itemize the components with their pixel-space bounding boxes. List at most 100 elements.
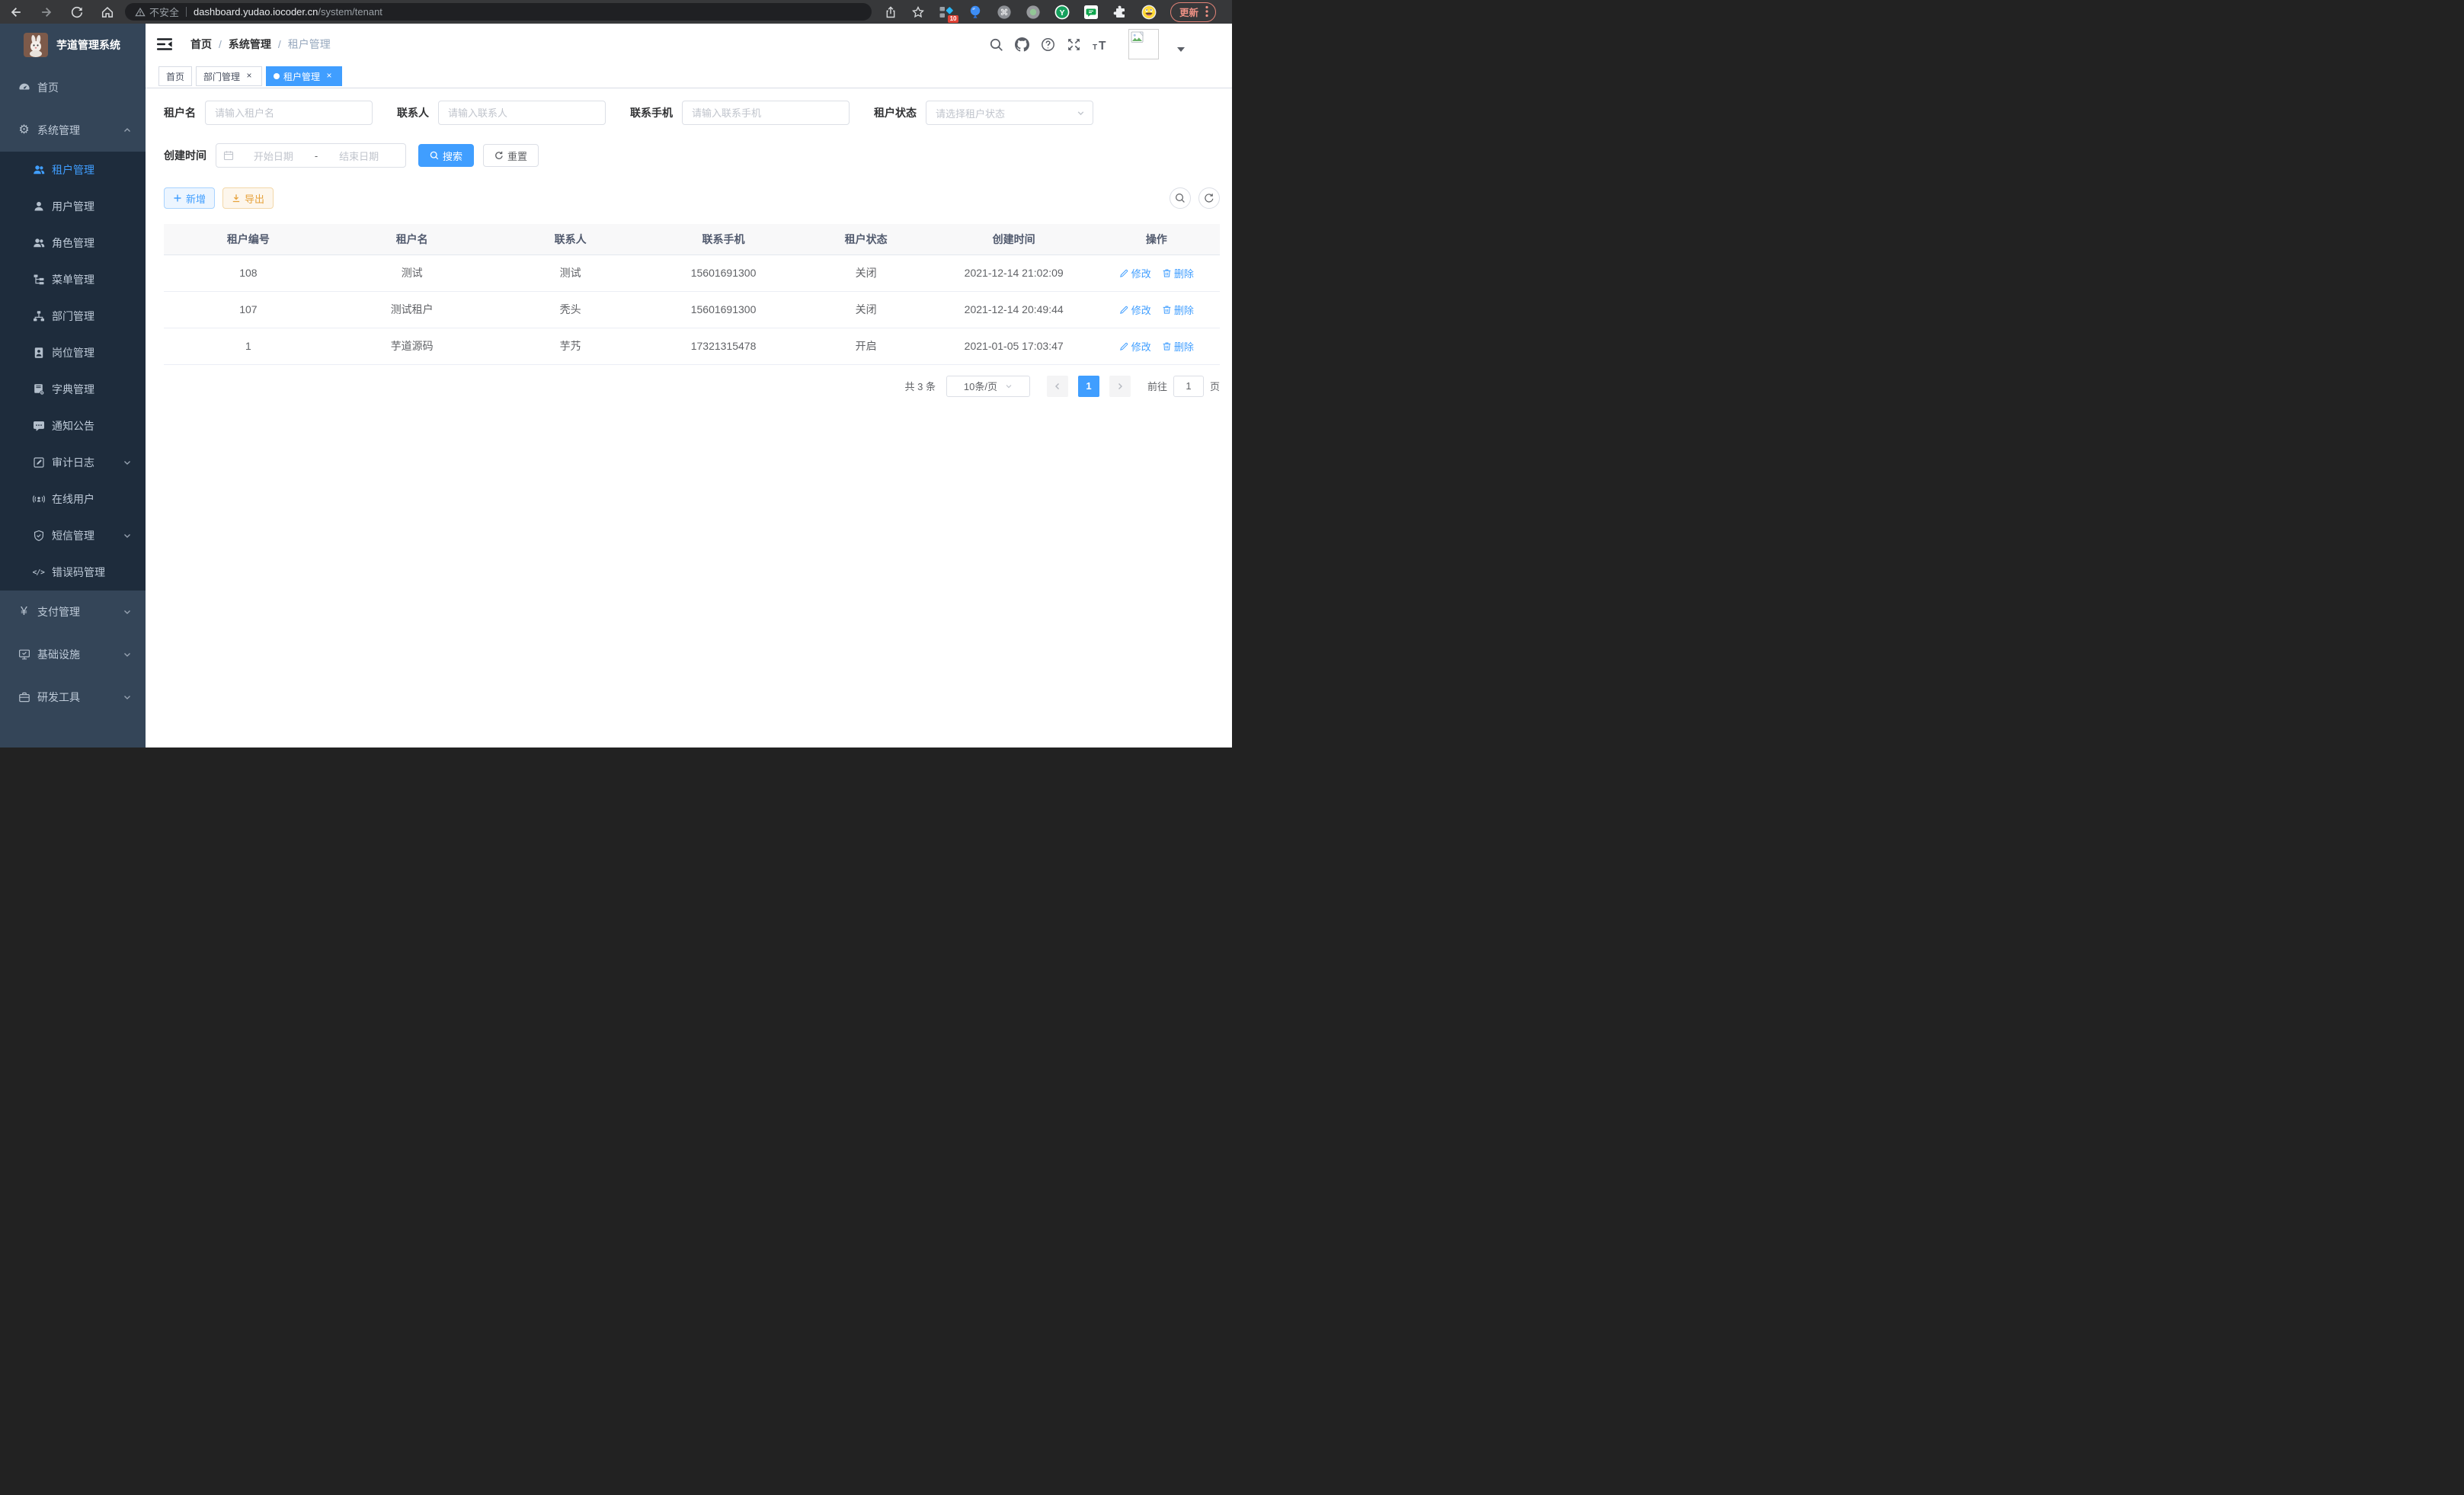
bookmark-star-icon[interactable] bbox=[911, 5, 925, 19]
browser-update-button[interactable]: 更新 bbox=[1170, 2, 1216, 22]
status-select[interactable]: 请选择租户状态 bbox=[926, 101, 1093, 125]
cell-contact: 秃头 bbox=[491, 291, 650, 328]
trash-icon bbox=[1162, 305, 1172, 315]
extension-tabs-icon[interactable]: 10 bbox=[939, 5, 954, 20]
breadcrumb: 首页 / 系统管理 / 租户管理 bbox=[190, 37, 331, 52]
plus-icon bbox=[173, 194, 182, 203]
sidebar-item-user[interactable]: 用户管理 bbox=[0, 188, 146, 225]
search-button-label: 搜索 bbox=[443, 149, 462, 163]
sidebar-item-error-code[interactable]: </> 错误码管理 bbox=[0, 554, 146, 591]
dashboard-gauge-icon bbox=[18, 82, 30, 94]
goto-page-input[interactable] bbox=[1173, 376, 1204, 397]
help-icon[interactable] bbox=[1041, 37, 1055, 52]
browser-menu-dots-icon[interactable] bbox=[1205, 5, 1208, 18]
sidebar-item-payment[interactable]: ¥ 支付管理 bbox=[0, 591, 146, 633]
date-separator: - bbox=[313, 150, 319, 162]
sidebar-item-dev-tools[interactable]: 研发工具 bbox=[0, 676, 146, 719]
share-icon[interactable] bbox=[884, 5, 898, 19]
browser-home-icon[interactable] bbox=[101, 5, 114, 19]
reset-button[interactable]: 重置 bbox=[483, 144, 539, 167]
chevron-right-icon bbox=[1116, 383, 1124, 390]
extension-command-icon[interactable]: ⌘ bbox=[997, 5, 1012, 20]
tag-tenant-active[interactable]: 租户管理 × bbox=[266, 66, 342, 86]
table-row: 1 芋道源码 芋艿 17321315478 开启 2021-01-05 17:0… bbox=[164, 328, 1220, 364]
browser-forward-icon[interactable] bbox=[40, 5, 53, 19]
delete-link[interactable]: 删除 bbox=[1162, 303, 1194, 317]
avatar-caret-icon[interactable] bbox=[1177, 47, 1185, 52]
edit-pen-icon bbox=[1119, 268, 1129, 278]
profile-avatar-icon[interactable] bbox=[1141, 5, 1157, 20]
phone-input[interactable] bbox=[682, 101, 850, 125]
browser-back-icon[interactable] bbox=[9, 5, 23, 19]
sidebar-item-home[interactable]: 首页 bbox=[0, 66, 146, 109]
contact-input[interactable] bbox=[438, 101, 606, 125]
prev-page-button[interactable] bbox=[1047, 376, 1068, 397]
briefcase-icon bbox=[18, 691, 30, 704]
export-button-label: 导出 bbox=[245, 191, 264, 206]
url-path[interactable]: /system/tenant bbox=[318, 6, 382, 18]
fullscreen-icon[interactable] bbox=[1067, 37, 1081, 52]
show-search-toggle-button[interactable] bbox=[1170, 187, 1191, 209]
close-icon[interactable]: × bbox=[244, 71, 254, 82]
address-bar[interactable]: 不安全 dashboard.yudao.iocoder.cn/system/te… bbox=[125, 3, 872, 21]
url-host[interactable]: dashboard.yudao.iocoder.cn bbox=[194, 6, 318, 18]
sidebar-item-online-users[interactable]: 在线用户 bbox=[0, 481, 146, 517]
filter-label: 租户状态 bbox=[874, 105, 917, 120]
search-button[interactable]: 搜索 bbox=[418, 144, 474, 167]
sidebar-item-tenant[interactable]: 租户管理 bbox=[0, 152, 146, 188]
sidebar-item-label: 在线用户 bbox=[52, 491, 94, 507]
sidebar-logo-row[interactable]: 芋道管理系统 bbox=[0, 24, 146, 66]
sidebar-item-sms[interactable]: 短信管理 bbox=[0, 517, 146, 554]
log-pen-icon bbox=[32, 456, 45, 469]
sidebar-item-notice[interactable]: 通知公告 bbox=[0, 408, 146, 444]
breadcrumb-separator: / bbox=[278, 38, 281, 50]
browser-reload-icon[interactable] bbox=[70, 5, 84, 19]
search-icon bbox=[1175, 193, 1186, 203]
page-size-select[interactable]: 10条/页 bbox=[946, 376, 1030, 397]
col-status: 租户状态 bbox=[798, 224, 935, 255]
date-range-picker[interactable]: 开始日期 - 结束日期 bbox=[216, 143, 406, 168]
security-warning-icon[interactable] bbox=[135, 7, 146, 18]
tag-dept[interactable]: 部门管理 × bbox=[196, 66, 262, 86]
sidebar-item-dept[interactable]: 部门管理 bbox=[0, 298, 146, 335]
tenant-name-input[interactable] bbox=[205, 101, 373, 125]
edit-link[interactable]: 修改 bbox=[1119, 266, 1151, 280]
trash-icon bbox=[1162, 268, 1172, 278]
edit-link[interactable]: 修改 bbox=[1119, 303, 1151, 317]
cell-phone: 17321315478 bbox=[650, 328, 798, 364]
extension-chat-icon[interactable] bbox=[1083, 5, 1099, 20]
next-page-button[interactable] bbox=[1109, 376, 1131, 397]
github-icon[interactable] bbox=[1015, 37, 1029, 52]
current-page[interactable]: 1 bbox=[1078, 376, 1099, 397]
edit-link[interactable]: 修改 bbox=[1119, 339, 1151, 354]
sidebar-toggle-icon[interactable] bbox=[157, 37, 172, 52]
header-search-icon[interactable] bbox=[989, 37, 1003, 52]
extension-y-icon[interactable]: Y bbox=[1054, 5, 1070, 20]
sidebar-item-label: 通知公告 bbox=[52, 418, 94, 434]
font-size-icon[interactable]: TT bbox=[1093, 37, 1109, 52]
extension-puzzle-icon[interactable] bbox=[1112, 5, 1128, 20]
close-icon[interactable]: × bbox=[324, 71, 334, 82]
sidebar-item-menu-mgmt[interactable]: 菜单管理 bbox=[0, 261, 146, 298]
security-label[interactable]: 不安全 bbox=[149, 5, 179, 19]
sidebar-item-infrastructure[interactable]: 基础设施 bbox=[0, 633, 146, 676]
breadcrumb-home[interactable]: 首页 bbox=[190, 37, 212, 52]
delete-link[interactable]: 删除 bbox=[1162, 266, 1194, 280]
sidebar-item-post[interactable]: 岗位管理 bbox=[0, 335, 146, 371]
monitor-check-icon bbox=[18, 648, 30, 661]
sidebar-item-dict[interactable]: 字典管理 bbox=[0, 371, 146, 408]
extension-donut-icon[interactable] bbox=[1026, 5, 1041, 20]
extension-balloon-icon[interactable] bbox=[968, 5, 983, 20]
sidebar-item-audit-log[interactable]: 审计日志 bbox=[0, 444, 146, 481]
breadcrumb-system[interactable]: 系统管理 bbox=[229, 37, 271, 52]
export-button[interactable]: 导出 bbox=[222, 187, 274, 209]
sidebar-item-role[interactable]: 角色管理 bbox=[0, 225, 146, 261]
filter-create-time: 创建时间 开始日期 - 结束日期 bbox=[164, 143, 406, 168]
tag-home[interactable]: 首页 bbox=[158, 66, 192, 86]
sidebar-menu: 首页 ⚙ 系统管理 租户管理 bbox=[0, 66, 146, 748]
user-avatar[interactable] bbox=[1128, 29, 1159, 59]
refresh-table-button[interactable] bbox=[1198, 187, 1220, 209]
delete-link[interactable]: 删除 bbox=[1162, 339, 1194, 354]
add-button[interactable]: 新增 bbox=[164, 187, 215, 209]
sidebar-item-system[interactable]: ⚙ 系统管理 bbox=[0, 109, 146, 152]
